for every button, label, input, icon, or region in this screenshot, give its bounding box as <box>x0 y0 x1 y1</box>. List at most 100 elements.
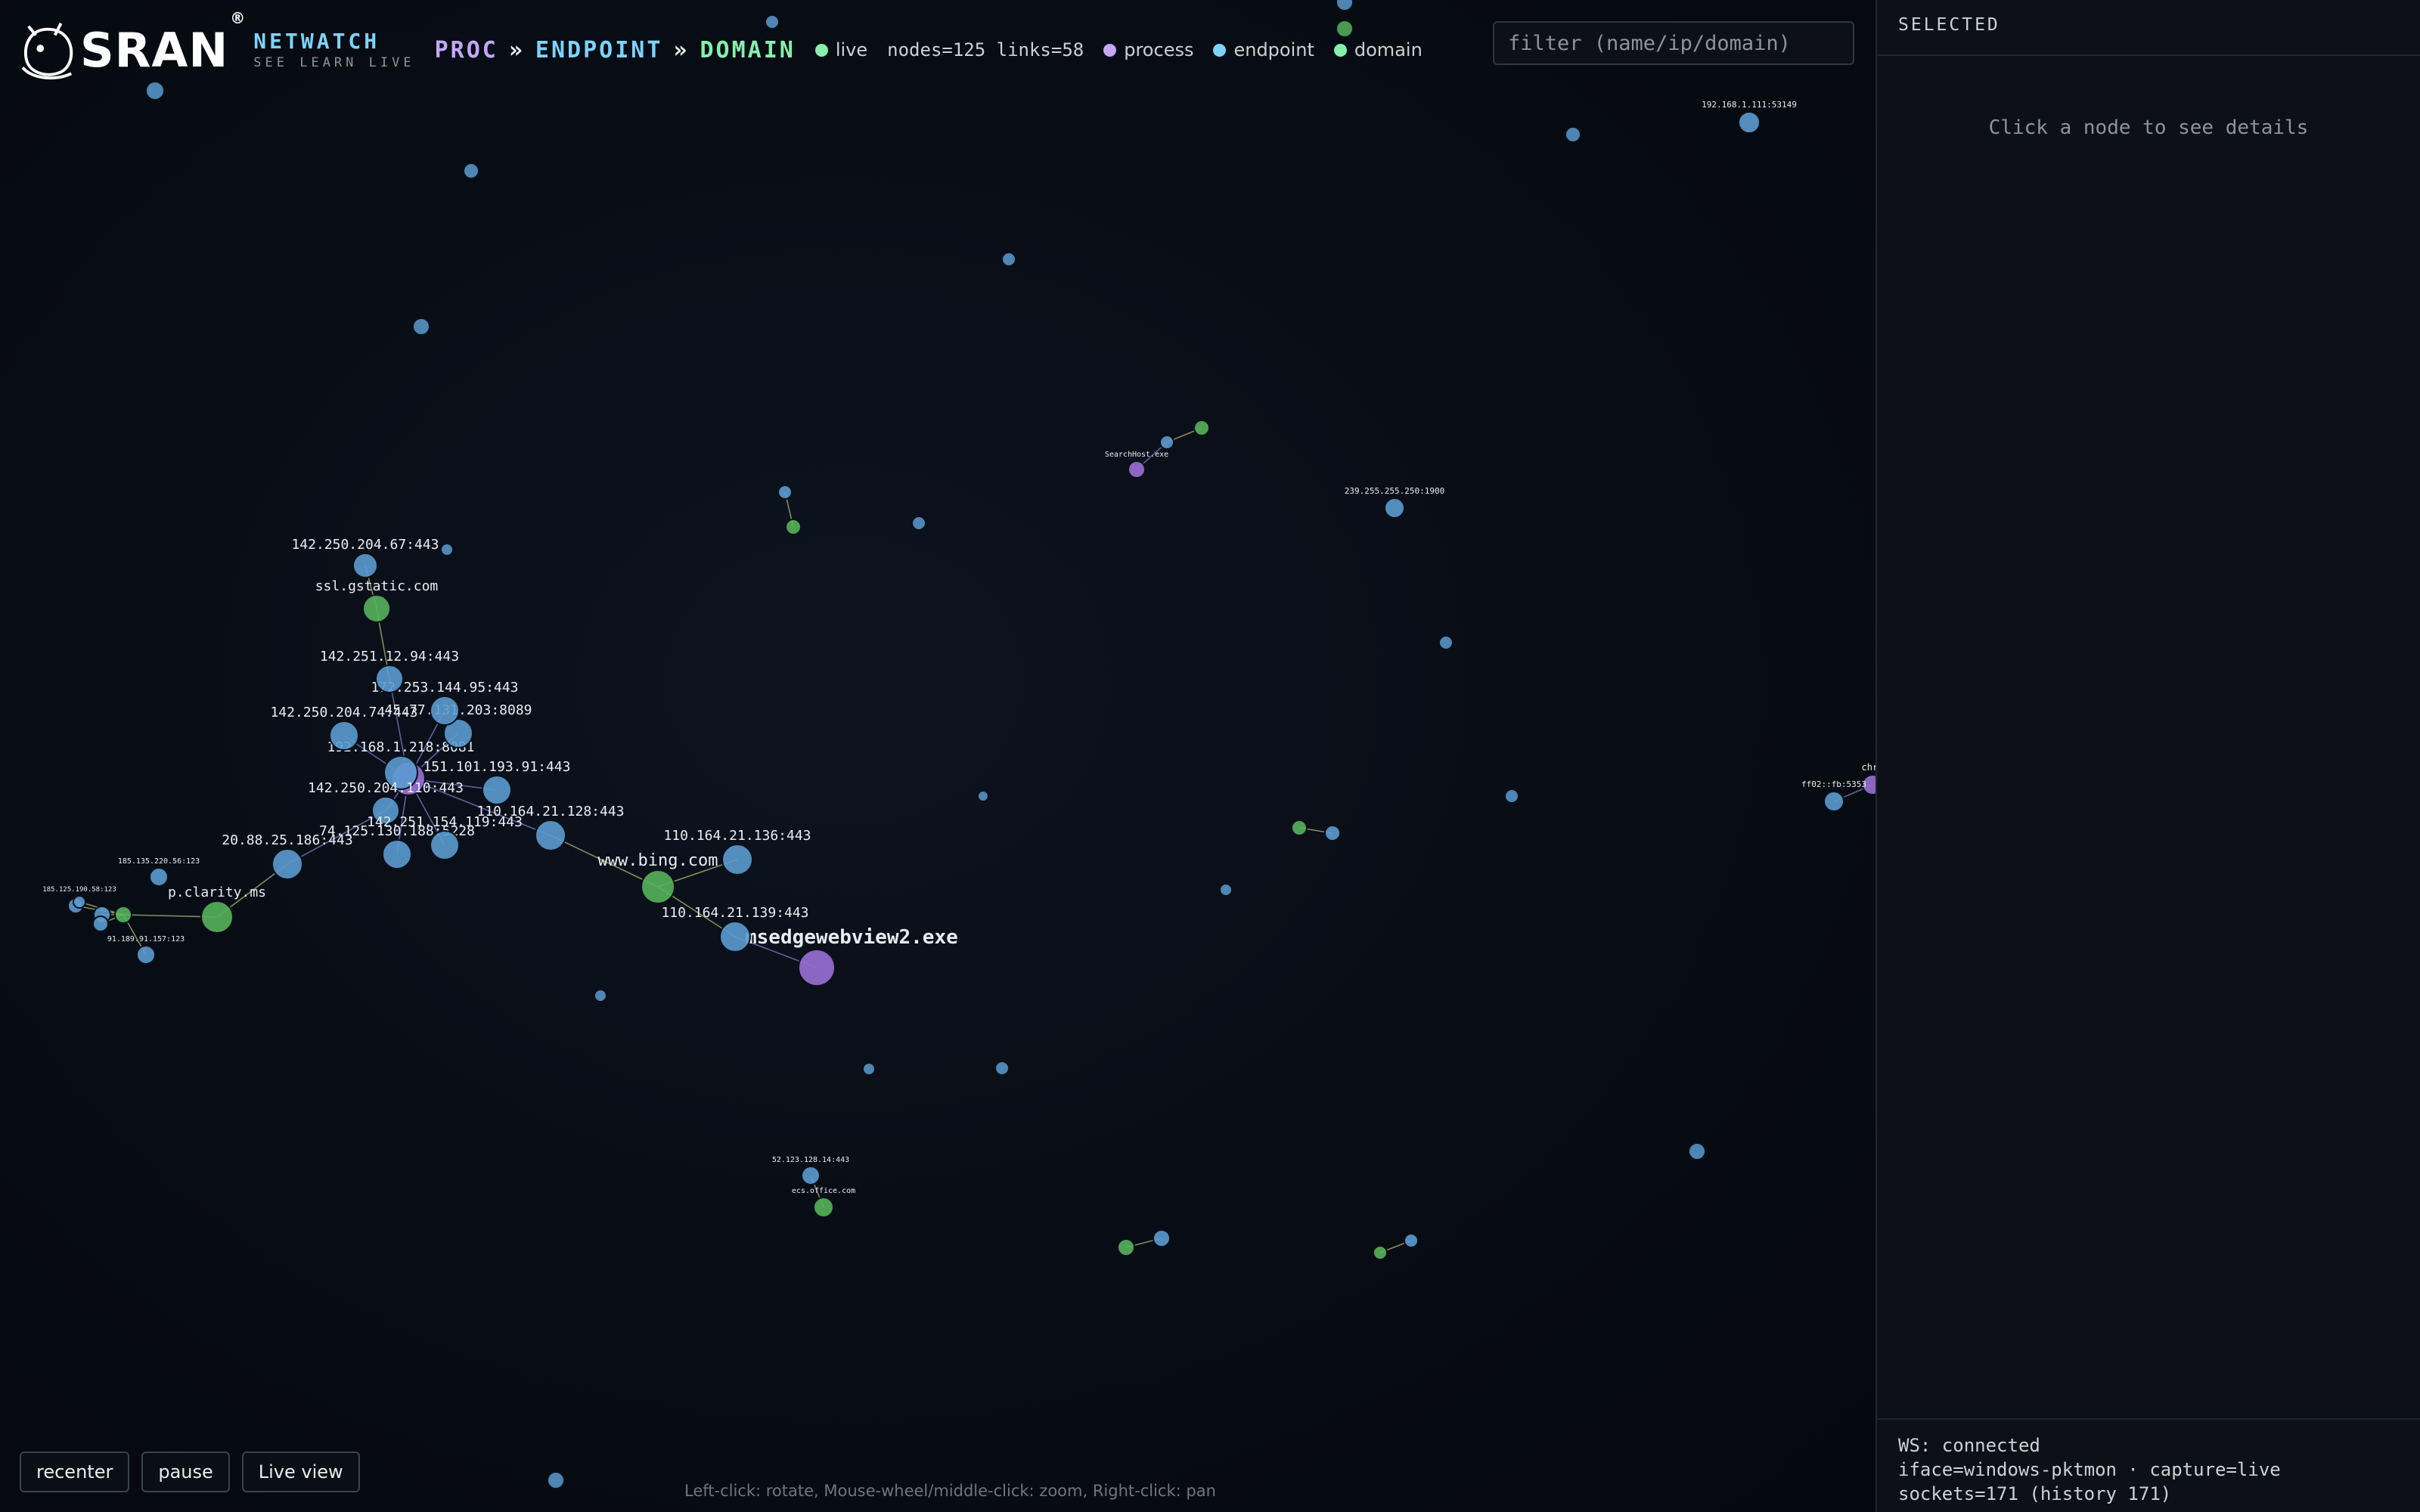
legend-process-label: process <box>1124 39 1194 60</box>
domain-dot-icon <box>1333 43 1347 57</box>
live-indicator: live <box>814 39 867 60</box>
endpoint-node[interactable] <box>911 516 926 531</box>
crumb-domain: DOMAIN <box>700 36 796 64</box>
endpoint-node[interactable] <box>977 790 989 802</box>
node-label: 142.251.154.119:443 <box>367 814 523 830</box>
node-label: 52.123.128.14:443 <box>772 1156 849 1164</box>
endpoint-node[interactable] <box>594 989 607 1002</box>
crumb-proc: PROC <box>434 36 498 64</box>
endpoint-node[interactable] <box>1823 791 1844 812</box>
endpoint-node[interactable] <box>1384 497 1405 519</box>
endpoint-node[interactable] <box>1688 1142 1706 1160</box>
empty-selection-message: Click a node to see details <box>1988 116 2309 139</box>
help-text: Left-click: rotate, Mouse-wheel/middle-c… <box>684 1482 1216 1500</box>
endpoint-node[interactable] <box>352 553 378 578</box>
endpoint-node[interactable] <box>412 318 430 336</box>
domain-node[interactable] <box>1291 820 1308 836</box>
endpoint-node[interactable] <box>375 665 404 693</box>
endpoint-node[interactable] <box>547 1471 565 1489</box>
network-graph-canvas[interactable]: msedgewebview2.exe www.bing.com 110.164.21… <box>0 0 1876 1512</box>
endpoint-node[interactable] <box>862 1062 876 1076</box>
domain-node[interactable] <box>200 900 234 934</box>
legend-endpoint-label: endpoint <box>1233 39 1314 60</box>
endpoint-node[interactable] <box>1565 126 1581 143</box>
endpoint-node[interactable] <box>1438 635 1454 650</box>
filter-input[interactable] <box>1493 21 1854 65</box>
process-node[interactable] <box>798 949 836 987</box>
node-label: 110.164.21.136:443 <box>663 828 811 844</box>
graph-stats: nodes=125 links=58 <box>887 39 1084 60</box>
breadcrumb: PROC » ENDPOINT » DOMAIN <box>435 37 796 64</box>
pause-button[interactable]: pause <box>141 1452 230 1492</box>
endpoint-node[interactable] <box>777 485 793 500</box>
node-label: chro <box>1862 762 1876 773</box>
endpoint-node[interactable] <box>1324 825 1341 841</box>
endpoint-node[interactable] <box>92 916 109 932</box>
endpoint-node[interactable] <box>1404 1233 1419 1248</box>
endpoint-node[interactable] <box>1159 435 1174 450</box>
node-label: ssl.gstatic.com <box>315 578 439 594</box>
node-label: 192.168.1.111:53149 <box>1702 100 1797 110</box>
domain-node[interactable] <box>813 1197 834 1218</box>
recenter-button[interactable]: recenter <box>20 1452 130 1492</box>
node-label: 151.101.193.91:443 <box>423 759 570 775</box>
brand-name: SRAN® <box>80 8 247 78</box>
crumb-endpoint: ENDPOINT <box>535 36 663 64</box>
endpoint-node[interactable] <box>535 820 566 851</box>
node-label: 142.250.204.67:443 <box>291 537 439 553</box>
node-label: 142.250.204.74:443 <box>270 705 417 720</box>
endpoint-node[interactable] <box>73 895 86 909</box>
endpoint-node[interactable] <box>994 1061 1010 1076</box>
endpoint-node[interactable] <box>271 848 303 880</box>
endpoint-node[interactable] <box>430 696 460 726</box>
registered-mark: ® <box>230 8 247 27</box>
node-label: 91.189.91.157:123 <box>107 935 185 943</box>
endpoint-node[interactable] <box>1738 111 1761 134</box>
node-label: 20.88.25.186:443 <box>222 832 352 848</box>
domain-node[interactable] <box>114 906 132 924</box>
domain-node[interactable] <box>641 869 675 904</box>
connection-status: WS: connected iface=windows-pktmon · cap… <box>1877 1418 2420 1512</box>
domain-node[interactable] <box>1117 1238 1135 1256</box>
endpoint-node[interactable] <box>801 1166 821 1185</box>
crumb-separator: » <box>508 36 525 64</box>
node-label: ff02::fb:5353 <box>1801 779 1866 789</box>
capture-info: iface=windows-pktmon · capture=live <box>1898 1459 2281 1480</box>
endpoint-node[interactable] <box>382 839 412 869</box>
process-node[interactable] <box>1128 460 1146 479</box>
endpoint-node[interactable] <box>721 844 753 875</box>
endpoint-node[interactable] <box>136 945 156 965</box>
domain-node[interactable] <box>785 519 802 535</box>
endpoint-node[interactable] <box>1336 0 1354 11</box>
socket-count: sockets=171 (history 171) <box>1898 1483 2172 1504</box>
endpoint-node[interactable] <box>1219 883 1233 897</box>
endpoint-node[interactable] <box>329 720 359 751</box>
domain-node[interactable] <box>362 594 391 623</box>
node-label: ecs.office.com <box>792 1187 855 1195</box>
node-label: msedgewebview2.exe <box>745 926 958 949</box>
status-bar: live nodes=125 links=58 process endpoint… <box>814 39 1423 60</box>
endpoint-node[interactable] <box>1001 252 1016 267</box>
ws-status: WS: connected <box>1898 1435 2040 1456</box>
domain-node[interactable] <box>1373 1245 1388 1260</box>
node-label: 142.250.204.110:443 <box>308 780 464 796</box>
crumb-separator: » <box>673 36 690 64</box>
endpoint-node[interactable] <box>430 830 460 860</box>
endpoint-node[interactable] <box>1504 789 1519 804</box>
endpoint-node[interactable] <box>1153 1229 1171 1247</box>
endpoint-node[interactable] <box>482 775 512 805</box>
selected-panel: SELECTED Click a node to see details WS:… <box>1876 0 2420 1512</box>
legend-endpoint: endpoint <box>1213 39 1314 60</box>
endpoint-node[interactable] <box>149 867 169 887</box>
app-header: SRAN® NETWATCH SEE LEARN LIVE PROC » END… <box>18 8 1423 86</box>
live-dot-icon <box>814 43 828 57</box>
owl-logo-icon <box>21 23 73 80</box>
network-graph[interactable]: msedgewebview2.exe www.bing.com 110.164.21… <box>0 0 1876 1512</box>
endpoint-node[interactable] <box>440 543 454 556</box>
domain-node[interactable] <box>1193 420 1210 436</box>
live-view-button[interactable]: Live view <box>241 1452 360 1492</box>
legend-domain-label: domain <box>1354 39 1423 60</box>
endpoint-node[interactable] <box>719 921 751 953</box>
node-label: 142.251.12.94:443 <box>320 649 459 665</box>
endpoint-node[interactable] <box>463 163 479 179</box>
